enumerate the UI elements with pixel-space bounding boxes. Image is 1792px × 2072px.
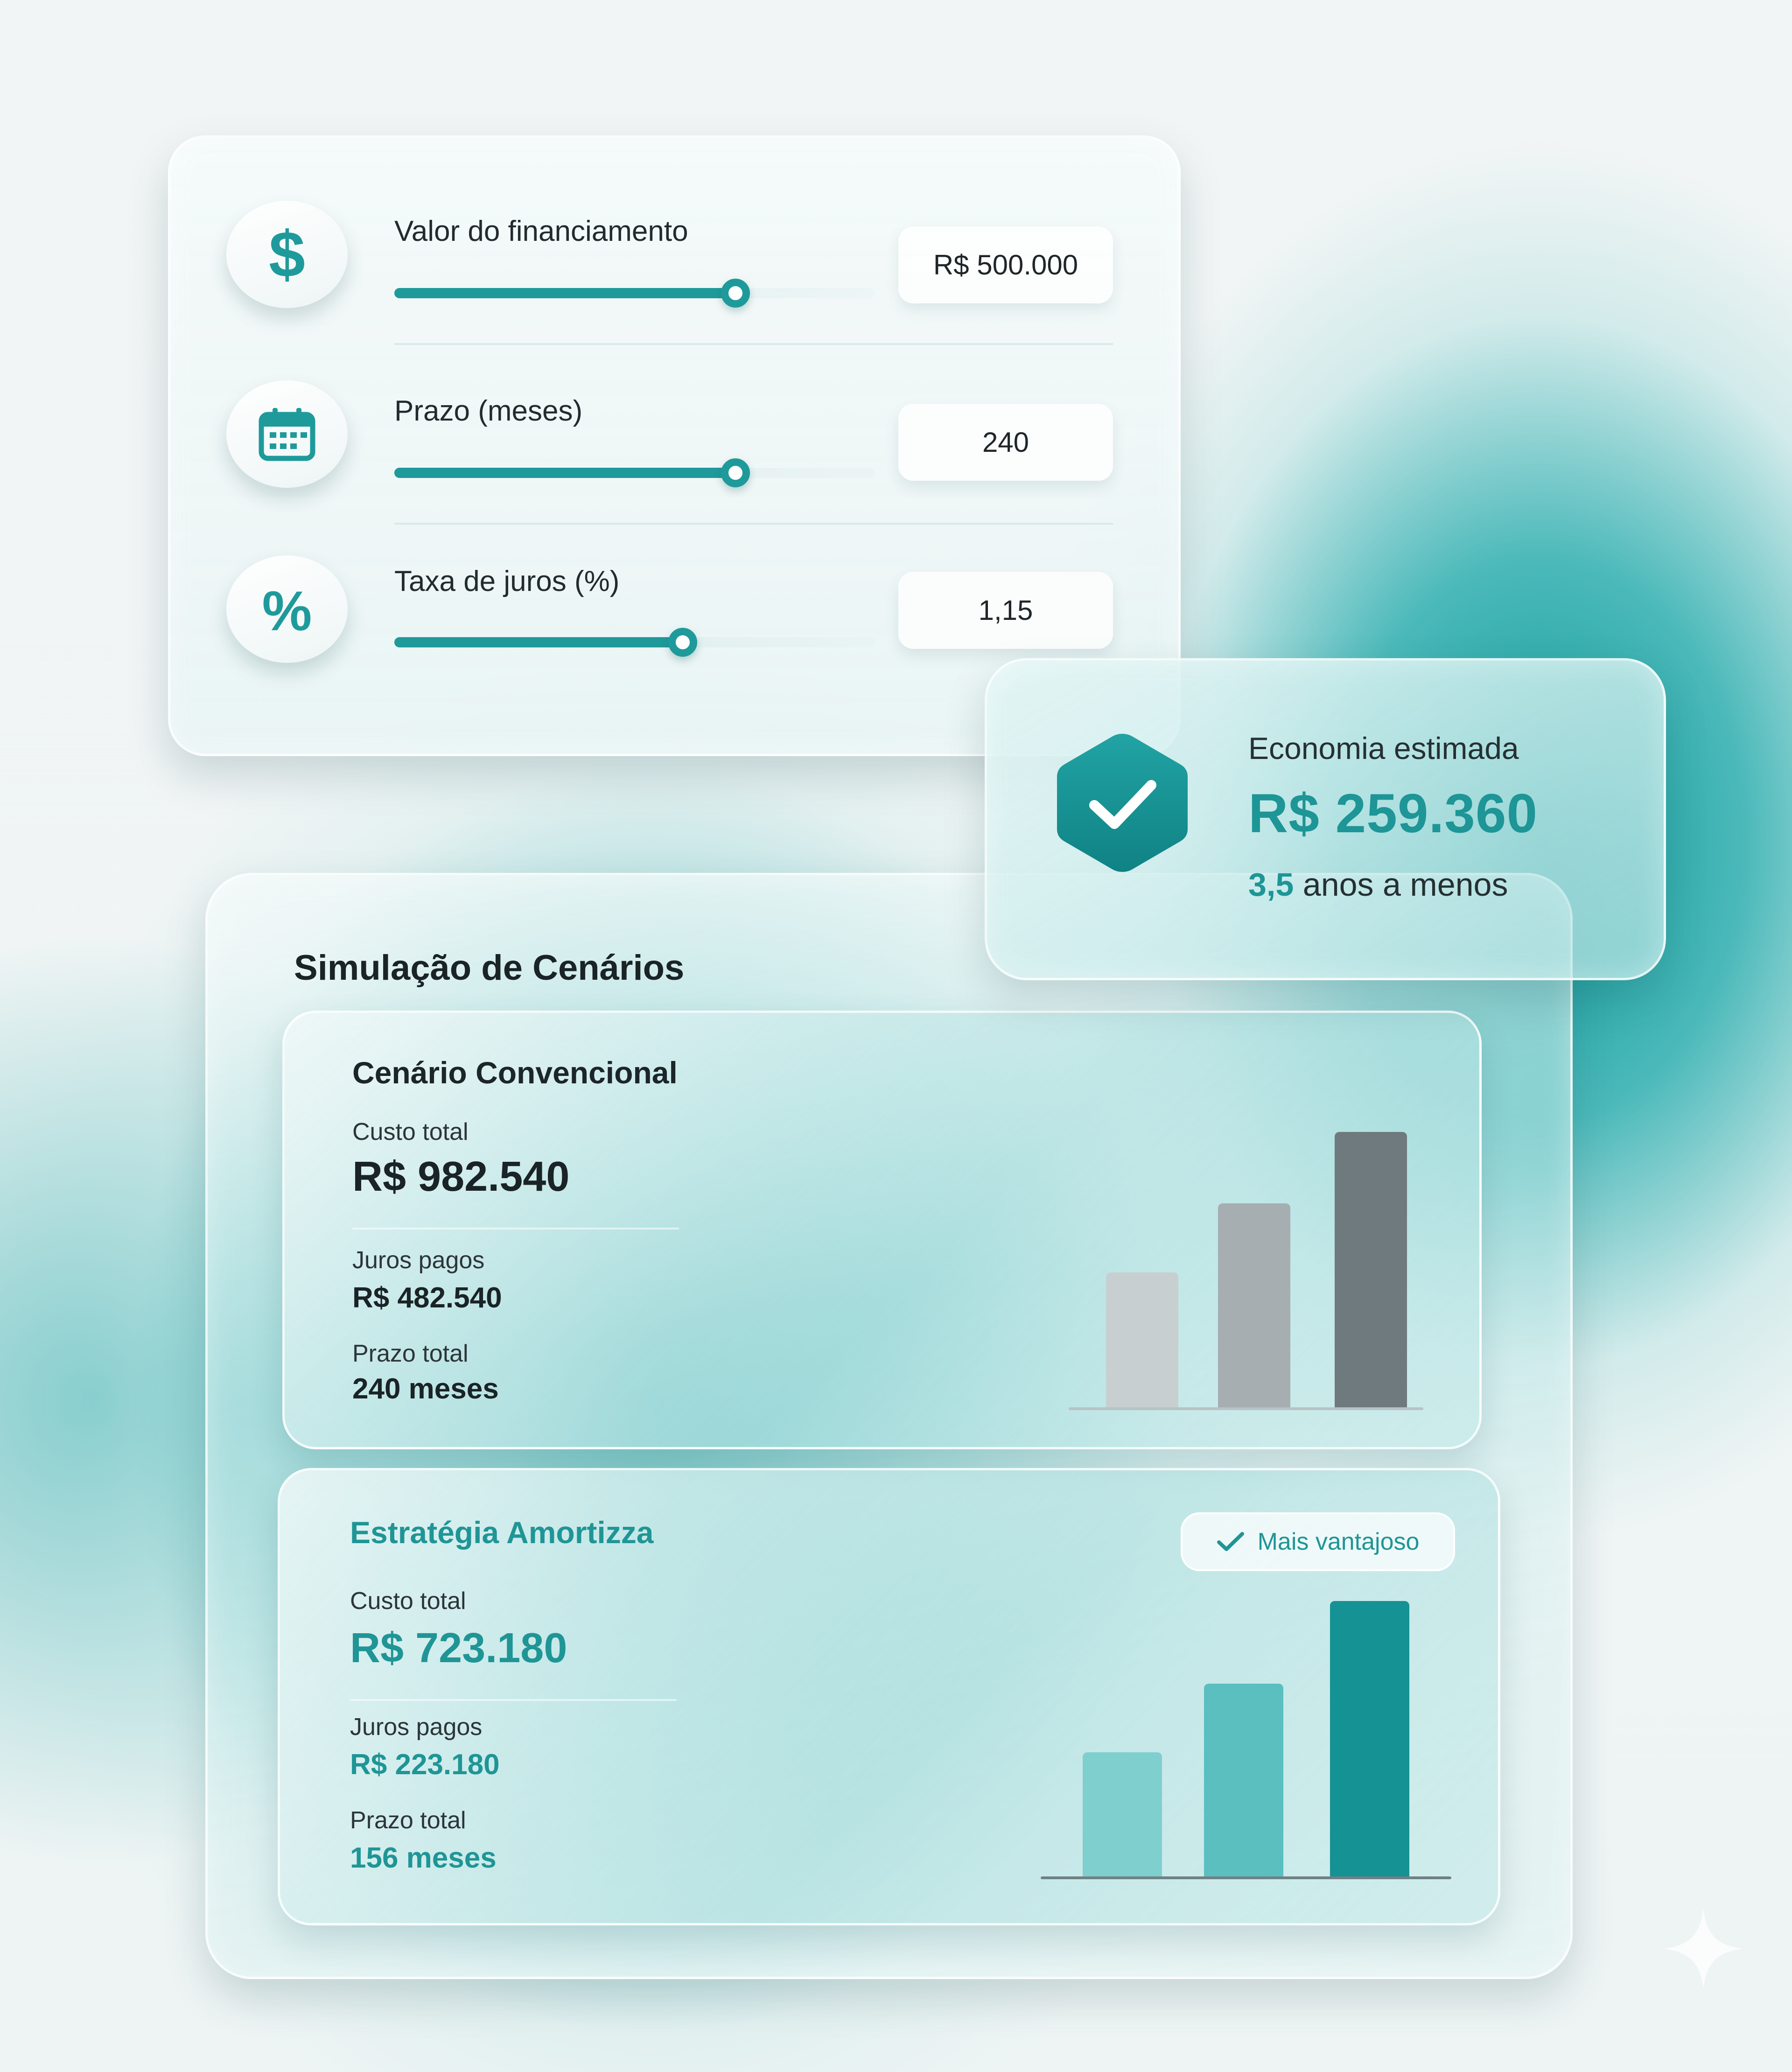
dollar-icon: $ <box>226 201 348 308</box>
check-icon <box>1217 1532 1244 1551</box>
chart-baseline <box>1041 1876 1451 1879</box>
best-option-badge: Mais vantajoso <box>1181 1512 1455 1571</box>
total-term-value: 156 meses <box>350 1842 497 1874</box>
term-slider[interactable] <box>394 458 875 487</box>
sparkle-icon <box>1664 1909 1743 1988</box>
savings-label: Economia estimada <box>1248 731 1519 766</box>
term-label: Prazo (meses) <box>394 395 583 427</box>
amortizza-scenario-card: Estratégia Amortizza Mais vantajoso Cust… <box>278 1468 1500 1925</box>
chart-bar-3 <box>1330 1601 1409 1876</box>
percent-icon: % <box>226 555 348 663</box>
row-divider <box>394 523 1113 525</box>
badge-label: Mais vantajoso <box>1257 1528 1420 1555</box>
scenario-title: Cenário Convencional <box>352 1055 678 1090</box>
interest-paid-label: Juros pagos <box>350 1714 483 1741</box>
years-saved-value: 3,5 <box>1248 866 1294 903</box>
chart-bar-2 <box>1204 1684 1283 1876</box>
scenario-title: Estratégia Amortizza <box>350 1515 654 1550</box>
total-cost-value: R$ 982.540 <box>352 1153 570 1200</box>
total-cost-value: R$ 723.180 <box>350 1625 567 1672</box>
chart-bar-1 <box>1106 1272 1178 1407</box>
total-term-value: 240 meses <box>352 1373 499 1405</box>
term-input[interactable]: 240 <box>898 404 1113 481</box>
interest-rate-input[interactable]: 1,15 <box>898 572 1113 649</box>
interest-rate-label: Taxa de juros (%) <box>394 565 620 597</box>
interest-rate-slider-handle[interactable] <box>668 628 697 657</box>
interest-paid-label: Juros pagos <box>352 1247 485 1274</box>
interest-rate-slider[interactable] <box>394 628 875 657</box>
loan-amount-slider-handle[interactable] <box>721 279 750 308</box>
amortizza-bar-chart <box>1041 1601 1451 1879</box>
calendar-icon <box>226 380 348 488</box>
savings-value: R$ 259.360 <box>1248 783 1538 844</box>
chart-baseline <box>1069 1407 1423 1410</box>
card-divider <box>352 1228 679 1229</box>
panel-title: Simulação de Cenários <box>294 948 685 988</box>
interest-paid-value: R$ 223.180 <box>350 1749 500 1781</box>
years-saved-suffix: anos a menos <box>1302 866 1508 903</box>
svg-text:%: % <box>262 581 312 637</box>
svg-text:$: $ <box>269 222 305 287</box>
estimated-savings-card: Economia estimada R$ 259.360 3,5 anos a … <box>985 658 1666 980</box>
conventional-bar-chart <box>1069 1132 1423 1410</box>
interest-paid-value: R$ 482.540 <box>352 1282 502 1314</box>
loan-amount-input[interactable]: R$ 500.000 <box>898 226 1113 303</box>
years-saved: 3,5 anos a menos <box>1248 866 1508 903</box>
loan-amount-slider[interactable] <box>394 279 875 308</box>
chart-bar-3 <box>1335 1132 1407 1407</box>
card-divider <box>350 1699 677 1701</box>
total-cost-label: Custo total <box>352 1118 469 1145</box>
shield-check-icon <box>1057 734 1188 872</box>
loan-amount-label: Valor do financiamento <box>394 215 688 247</box>
row-divider <box>394 343 1113 345</box>
total-term-label: Prazo total <box>352 1340 469 1367</box>
chart-bar-2 <box>1218 1203 1290 1407</box>
total-term-label: Prazo total <box>350 1807 466 1834</box>
term-slider-handle[interactable] <box>721 458 750 487</box>
chart-bar-1 <box>1083 1752 1162 1876</box>
conventional-scenario-card: Cenário Convencional Custo total R$ 982.… <box>282 1011 1482 1449</box>
total-cost-label: Custo total <box>350 1587 466 1615</box>
scenario-simulation-panel: Simulação de Cenários Cenário Convencion… <box>205 873 1573 1979</box>
